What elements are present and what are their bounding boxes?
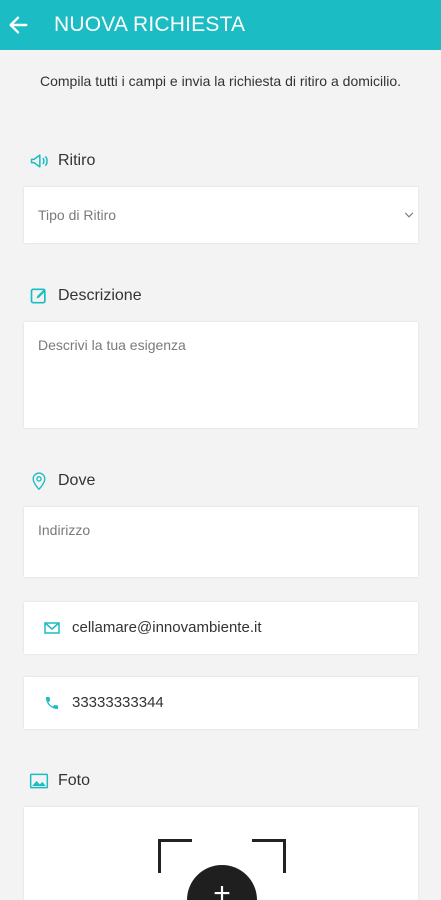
plus-icon: + bbox=[213, 877, 231, 900]
back-button[interactable] bbox=[0, 0, 42, 50]
phone-value: 33333333344 bbox=[72, 694, 164, 711]
edit-icon bbox=[28, 285, 50, 307]
dove-label: Dove bbox=[58, 472, 96, 489]
descrizione-label-row: Descrizione bbox=[28, 285, 142, 307]
descrizione-placeholder: Descrivi la tua esigenza bbox=[38, 337, 186, 353]
page-title: NUOVA RICHIESTA bbox=[54, 13, 246, 36]
email-value: cellamare@innovambiente.it bbox=[72, 619, 262, 636]
photo-upload-area[interactable]: + bbox=[24, 807, 418, 900]
phone-field[interactable]: 33333333344 bbox=[24, 677, 418, 729]
arrow-left-icon bbox=[9, 16, 28, 34]
location-pin-icon bbox=[28, 470, 50, 492]
app-bar: NUOVA RICHIESTA bbox=[0, 0, 441, 50]
intro-text: Compila tutti i campi e invia la richies… bbox=[39, 73, 402, 89]
frame-corner-top-left bbox=[158, 839, 192, 873]
phone-icon bbox=[46, 697, 58, 709]
foto-label: Foto bbox=[58, 772, 91, 789]
descrizione-label: Descrizione bbox=[58, 287, 142, 304]
image-icon bbox=[28, 770, 50, 792]
address-placeholder: Indirizzo bbox=[38, 522, 91, 538]
address-input[interactable]: Indirizzo bbox=[24, 507, 418, 577]
envelope-icon bbox=[44, 622, 60, 634]
foto-label-row: Foto bbox=[28, 770, 90, 792]
descrizione-textarea[interactable]: Descrivi la tua esigenza bbox=[24, 322, 418, 428]
email-field[interactable]: cellamare@innovambiente.it bbox=[24, 602, 418, 654]
chevron-down-icon bbox=[404, 212, 414, 218]
ritiro-label: Ritiro bbox=[58, 152, 96, 169]
dove-label-row: Dove bbox=[28, 470, 95, 492]
megaphone-icon bbox=[28, 150, 50, 172]
ritiro-type-select[interactable]: Tipo di Ritiro bbox=[24, 187, 418, 243]
frame-corner-top-right bbox=[252, 839, 286, 873]
ritiro-type-value: Tipo di Ritiro bbox=[38, 207, 117, 223]
ritiro-label-row: Ritiro bbox=[28, 150, 95, 172]
